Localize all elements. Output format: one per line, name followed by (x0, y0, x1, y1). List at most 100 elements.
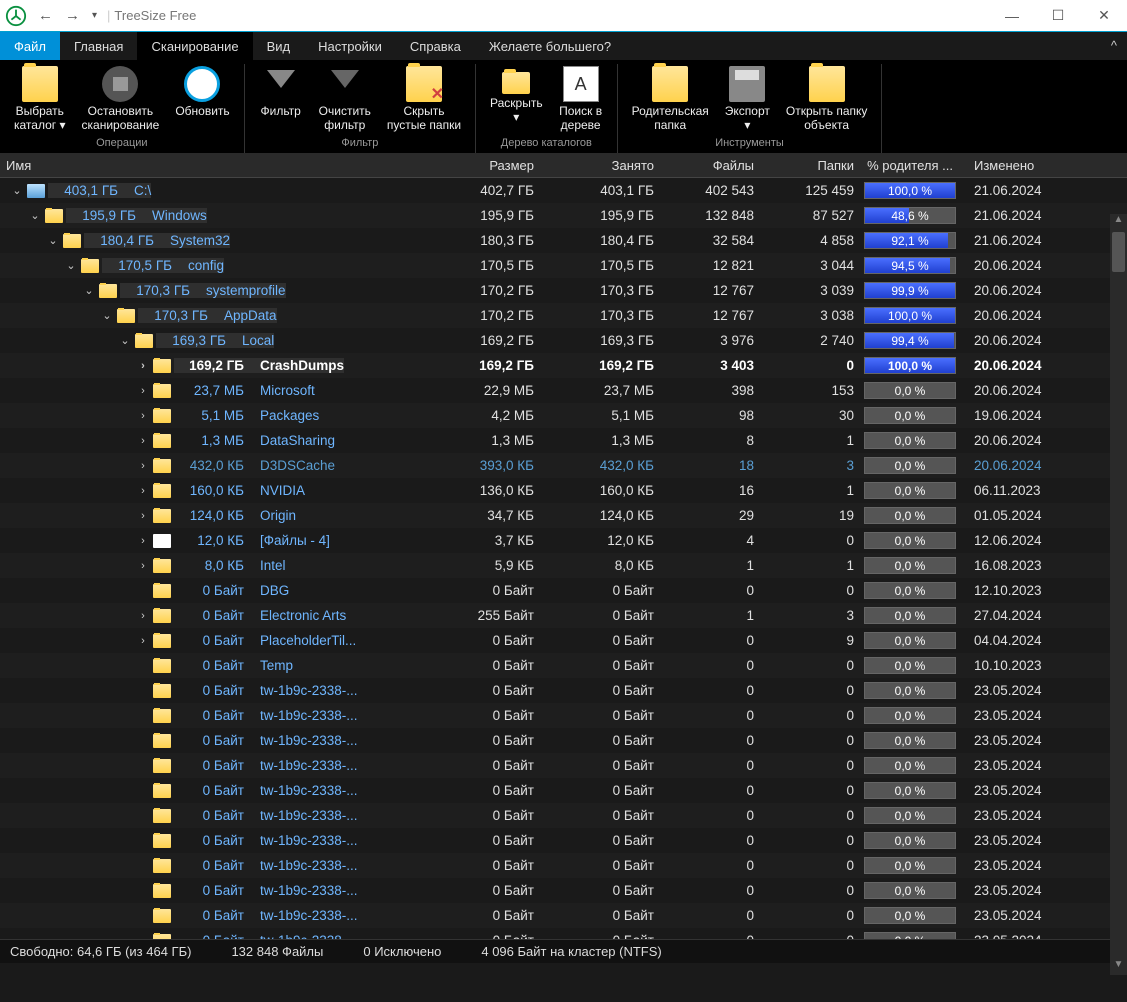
expand-icon[interactable]: › (136, 635, 150, 647)
expand-icon[interactable]: › (136, 535, 150, 547)
filter-button[interactable]: Фильтр (251, 64, 311, 134)
cell-size: 0 Байт (420, 883, 540, 898)
header-percent[interactable]: % родителя ... (860, 157, 960, 174)
parent-folder-button[interactable]: Родительская папка (624, 64, 717, 134)
tree-row[interactable]: 0 Байт tw-1b9c-2338-... 0 Байт0 Байт000,… (0, 778, 1127, 803)
stop-scan-button[interactable]: Остановить сканирование (74, 64, 168, 134)
expand-icon[interactable]: › (136, 610, 150, 622)
tree-row[interactable]: 0 Байт tw-1b9c-2338-... 0 Байт0 Байт000,… (0, 853, 1127, 878)
cell-files: 0 (660, 658, 760, 673)
cell-size: 170,2 ГБ (420, 308, 540, 323)
menu-tab-4[interactable]: Справка (396, 32, 475, 60)
tree-row[interactable]: ⌄ 403,1 ГБ C:\ 402,7 ГБ403,1 ГБ402 54312… (0, 178, 1127, 203)
tree-row[interactable]: ⌄ 170,3 ГБ AppData 170,2 ГБ170,3 ГБ12 76… (0, 303, 1127, 328)
tree-row[interactable]: 0 Байт tw-1b9c-2338-... 0 Байт0 Байт000,… (0, 753, 1127, 778)
tree-row[interactable]: › 160,0 КБ NVIDIA 136,0 КБ160,0 КБ1610,0… (0, 478, 1127, 503)
minimize-button[interactable]: — (989, 0, 1035, 32)
cell-modified: 23.05.2024 (960, 833, 1070, 848)
vertical-scrollbar[interactable]: ▲ ▼ (1110, 214, 1127, 975)
tree-view[interactable]: ⌄ 403,1 ГБ C:\ 402,7 ГБ403,1 ГБ402 54312… (0, 178, 1127, 939)
folder-icon (22, 66, 58, 102)
expand-icon[interactable]: ⌄ (64, 259, 78, 272)
clear-filter-button[interactable]: Очистить фильтр (311, 64, 379, 134)
tree-row[interactable]: › 23,7 МБ Microsoft 22,9 МБ23,7 МБ398153… (0, 378, 1127, 403)
hide-empty-button[interactable]: ✕Скрыть пустые папки (379, 64, 469, 134)
refresh-button[interactable]: Обновить (167, 64, 237, 134)
tree-row[interactable]: ⌄ 195,9 ГБ Windows 195,9 ГБ195,9 ГБ132 8… (0, 203, 1127, 228)
tree-row[interactable]: 0 Байт tw-1b9c-2338-... 0 Байт0 Байт000,… (0, 678, 1127, 703)
cell-files: 0 (660, 808, 760, 823)
tree-row[interactable]: ⌄ 170,3 ГБ systemprofile 170,2 ГБ170,3 Г… (0, 278, 1127, 303)
select-directory-button[interactable]: Выбрать каталог ▾ (6, 64, 74, 134)
tree-row[interactable]: › 8,0 КБ Intel 5,9 КБ8,0 КБ110,0 %16.08.… (0, 553, 1127, 578)
expand-icon[interactable]: ⌄ (10, 184, 24, 197)
tree-row[interactable]: › 0 Байт Electronic Arts 255 Байт0 Байт1… (0, 603, 1127, 628)
cell-size: 0 Байт (420, 858, 540, 873)
menu-tab-3[interactable]: Настройки (304, 32, 396, 60)
header-folders[interactable]: Папки (760, 158, 860, 173)
tree-row[interactable]: 0 Байт tw-1b9c-2338-... 0 Байт0 Байт000,… (0, 928, 1127, 939)
header-occupied[interactable]: Занято (540, 158, 660, 173)
expand-icon[interactable]: ⌄ (28, 209, 42, 222)
scroll-up-icon[interactable]: ▲ (1110, 214, 1127, 230)
folder-icon (99, 284, 117, 298)
expand-icon[interactable]: › (136, 385, 150, 397)
tree-row[interactable]: ⌄ 180,4 ГБ System32 180,3 ГБ180,4 ГБ32 5… (0, 228, 1127, 253)
tree-row[interactable]: 0 Байт Temp 0 Байт0 Байт000,0 %10.10.202… (0, 653, 1127, 678)
expand-icon[interactable]: › (136, 510, 150, 522)
expand-icon[interactable]: › (136, 360, 150, 372)
expand-icon[interactable]: › (136, 410, 150, 422)
tree-row[interactable]: › 124,0 КБ Origin 34,7 КБ124,0 КБ29190,0… (0, 503, 1127, 528)
tree-row[interactable]: 0 Байт tw-1b9c-2338-... 0 Байт0 Байт000,… (0, 828, 1127, 853)
tree-row[interactable]: 0 Байт DBG 0 Байт0 Байт000,0 %12.10.2023 (0, 578, 1127, 603)
close-button[interactable]: ✕ (1081, 0, 1127, 32)
header-size[interactable]: Размер (420, 158, 540, 173)
nav-forward-icon[interactable]: → (59, 4, 86, 27)
cell-folders: 0 (760, 858, 860, 873)
maximize-button[interactable]: ☐ (1035, 0, 1081, 32)
header-name[interactable]: Имя (0, 158, 420, 173)
cell-size: 34,7 КБ (420, 508, 540, 523)
menu-tab-2[interactable]: Вид (253, 32, 305, 60)
open-folder-button[interactable]: Открыть папку объекта (778, 64, 876, 134)
tree-row[interactable]: › 5,1 МБ Packages 4,2 МБ5,1 МБ98300,0 %1… (0, 403, 1127, 428)
tree-row[interactable]: › 0 Байт PlaceholderTil... 0 Байт0 Байт0… (0, 628, 1127, 653)
menu-tab-5[interactable]: Желаете большего? (475, 32, 625, 60)
tree-row[interactable]: › 12,0 КБ [Файлы - 4] 3,7 КБ12,0 КБ400,0… (0, 528, 1127, 553)
ribbon-group-label: Инструменты (715, 134, 784, 151)
menu-file[interactable]: Файл (0, 32, 60, 60)
row-name: Origin (252, 508, 296, 523)
nav-dropdown-icon[interactable]: ▾ (86, 7, 103, 24)
expand-icon[interactable]: › (136, 460, 150, 472)
nav-back-icon[interactable]: ← (32, 4, 59, 27)
tree-row[interactable]: 0 Байт tw-1b9c-2338-... 0 Байт0 Байт000,… (0, 903, 1127, 928)
tree-row[interactable]: 0 Байт tw-1b9c-2338-... 0 Байт0 Байт000,… (0, 703, 1127, 728)
expand-icon[interactable]: ⌄ (46, 234, 60, 247)
scrollbar-thumb[interactable] (1112, 232, 1125, 272)
tree-row[interactable]: ⌄ 170,5 ГБ config 170,5 ГБ170,5 ГБ12 821… (0, 253, 1127, 278)
export-button[interactable]: Экспорт ▾ (717, 64, 778, 134)
ribbon-collapse-icon[interactable]: ^ (1101, 32, 1127, 60)
expand-icon[interactable]: ⌄ (118, 334, 132, 347)
expand-icon[interactable]: › (136, 435, 150, 447)
menu-tab-1[interactable]: Сканирование (137, 32, 252, 60)
tree-row[interactable]: ⌄ 169,3 ГБ Local 169,2 ГБ169,3 ГБ3 9762 … (0, 328, 1127, 353)
expand-button[interactable]: Раскрыть ▾ (482, 64, 551, 134)
header-modified[interactable]: Изменено (960, 158, 1070, 173)
tree-row[interactable]: 0 Байт tw-1b9c-2338-... 0 Байт0 Байт000,… (0, 728, 1127, 753)
header-files[interactable]: Файлы (660, 158, 760, 173)
tree-row[interactable]: 0 Байт tw-1b9c-2338-... 0 Байт0 Байт000,… (0, 803, 1127, 828)
expand-icon[interactable]: › (136, 560, 150, 572)
expand-icon[interactable]: ⌄ (82, 284, 96, 297)
tree-row[interactable]: 0 Байт tw-1b9c-2338-... 0 Байт0 Байт000,… (0, 878, 1127, 903)
menu-tab-0[interactable]: Главная (60, 32, 137, 60)
tree-row[interactable]: › 1,3 МБ DataSharing 1,3 МБ1,3 МБ810,0 %… (0, 428, 1127, 453)
tree-row[interactable]: › 169,2 ГБ CrashDumps 169,2 ГБ169,2 ГБ3 … (0, 353, 1127, 378)
expand-icon[interactable]: ⌄ (100, 309, 114, 322)
search-tree-button[interactable]: AПоиск в дереве (551, 64, 611, 134)
folder-open-icon (809, 66, 845, 102)
cell-percent: 0,0 % (860, 806, 960, 825)
expand-icon[interactable]: › (136, 485, 150, 497)
scroll-down-icon[interactable]: ▼ (1110, 959, 1127, 975)
tree-row[interactable]: › 432,0 КБ D3DSCache 393,0 КБ432,0 КБ183… (0, 453, 1127, 478)
